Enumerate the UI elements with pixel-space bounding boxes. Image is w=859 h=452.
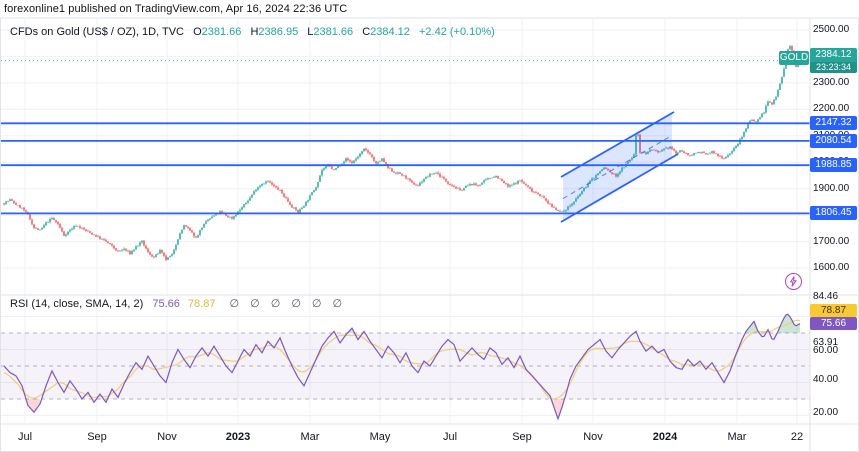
rsi-hidden-value-glyph: ∅ <box>332 298 343 310</box>
rsi-sma-axis-label: 78.87 <box>810 304 857 317</box>
rsi-legend[interactable]: RSI (14, close, SMA, 14, 2) 75.66 78.87 … <box>10 297 342 310</box>
ohlc-close-letter: C <box>362 26 371 38</box>
instant-trading-button[interactable] <box>785 273 802 290</box>
symbol-legend[interactable]: CFDs on Gold (US$ / OZ), 1D, TVC O2381.6… <box>10 26 495 38</box>
ohlc-close-value: 2384.12 <box>370 26 410 38</box>
rsi-title: RSI (14, close, SMA, 14, 2) <box>10 298 144 310</box>
rsi-hidden-value-glyph: ∅ <box>311 298 322 310</box>
rsi-hidden-value-glyph: ∅ <box>229 298 240 310</box>
rsi-hidden-value-glyph: ∅ <box>250 298 260 310</box>
lightning-icon <box>790 276 797 287</box>
symbol-price-tag: GOLD <box>779 51 809 65</box>
tradingview-snapshot: forexonline1 published on TradingView.co… <box>0 0 859 452</box>
bar-countdown: 23:23:34 <box>810 62 857 73</box>
rsi-hidden-value-glyph: ∅ <box>291 298 301 310</box>
ohlc-open-letter: O <box>193 26 202 38</box>
rsi-hidden-value-glyph: ∅ <box>270 298 281 310</box>
change-value: +2.42 (+0.10%) <box>418 26 495 38</box>
chart-canvas[interactable] <box>0 0 859 452</box>
candlestick-series <box>3 45 801 262</box>
ohlc-high-value: 2386.95 <box>258 26 299 38</box>
symbol-title: CFDs on Gold (US$ / OZ), 1D, TVC <box>10 26 185 38</box>
rsi-sma-text: 78.87 <box>187 298 216 310</box>
rsi-value-axis-label: 75.66 <box>810 317 857 330</box>
last-price-value: 2384.12 <box>815 49 852 60</box>
last-price-label: 2384.12 23:23:34 <box>810 48 857 73</box>
ohlc-low-value: 2381.66 <box>313 26 354 38</box>
ohlc-open-value: 2381.66 <box>201 26 242 38</box>
rsi-value-text: 75.66 <box>152 298 180 310</box>
